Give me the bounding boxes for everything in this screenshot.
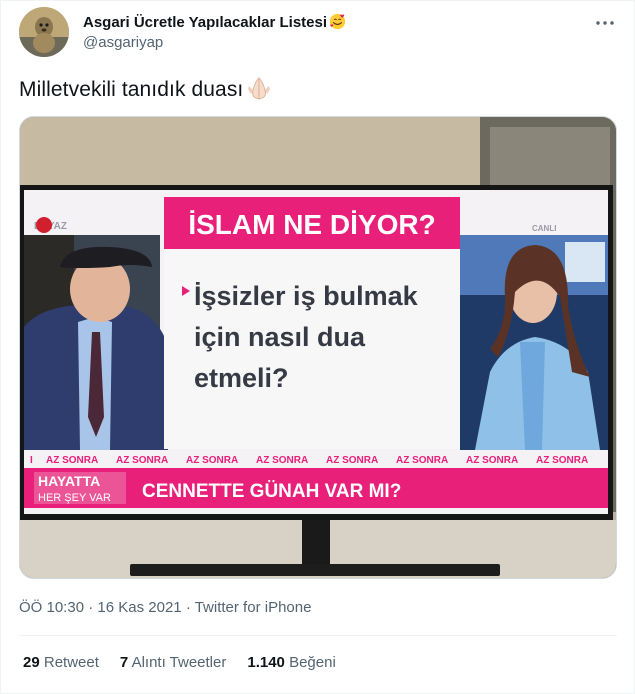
tweet-header: Asgari Ücretle Yapılacaklar Listesi @asg… — [19, 7, 619, 59]
retweets-label: Retweet — [43, 654, 99, 671]
tv-headline: İSLAM NE DİYOR? — [188, 209, 435, 240]
ticker-item-8: AZ SONRA — [536, 455, 588, 466]
avatar[interactable] — [19, 7, 69, 57]
display-name-text: Asgari Ücretle Yapılacaklar Listesi — [83, 14, 328, 31]
more-dots-icon — [596, 21, 614, 25]
likes-stat[interactable]: 1.140 Beğeni — [247, 653, 335, 673]
ticker-item-3: AZ SONRA — [186, 455, 238, 466]
quotes-label: Alıntı Tweetler — [131, 654, 227, 671]
retweets-count: 29 — [23, 654, 40, 671]
ticker-item-4: AZ SONRA — [256, 455, 308, 466]
tweet-client[interactable]: Twitter for iPhone — [195, 599, 312, 616]
author-names: Asgari Ücretle Yapılacaklar Listesi @asg… — [83, 13, 346, 53]
author-handle[interactable]: @asgariyap — [83, 33, 346, 53]
folded-hands-icon — [248, 77, 271, 100]
tv-question-line3: etmeli? — [194, 363, 289, 393]
live-label: CANLI — [532, 224, 556, 233]
avatar-image — [19, 7, 69, 57]
ticker-item-5: AZ SONRA — [326, 455, 378, 466]
author-display-name[interactable]: Asgari Ücretle Yapılacaklar Listesi — [83, 13, 346, 33]
divider — [19, 635, 617, 636]
ticker-item-6: AZ SONRA — [396, 455, 448, 466]
tweet-photo[interactable]: BEYAZ İSLAM NE DİYOR? İşsizler iş bulmak… — [19, 116, 617, 579]
meta-separator-2: · — [185, 599, 191, 616]
tv-question-line1: İşsizler iş bulmak — [194, 281, 419, 311]
tweet-time[interactable]: ÖÖ 10:30 — [19, 599, 84, 616]
program-logo-top: HAYATTA — [38, 473, 100, 489]
program-logo-bottom: HER ŞEY VAR — [38, 492, 111, 504]
tweet-card: Asgari Ücretle Yapılacaklar Listesi @asg… — [0, 0, 635, 694]
tweet-date[interactable]: 16 Kas 2021 — [97, 599, 181, 616]
tweet-text-content: Milletvekili tanıdık duası — [19, 78, 244, 101]
tv-photo-image: BEYAZ İSLAM NE DİYOR? İşsizler iş bulmak… — [20, 117, 616, 578]
likes-count: 1.140 — [247, 654, 285, 671]
ticker-item-7: AZ SONRA — [466, 455, 518, 466]
meta-separator-1: · — [88, 599, 94, 616]
tv-question-line2: için nasıl dua — [194, 322, 366, 352]
retweets-stat[interactable]: 29 Retweet — [23, 653, 99, 673]
quotes-stat[interactable]: 7 Alıntı Tweetler — [120, 653, 226, 673]
bottom-banner-text: CENNETTE GÜNAH VAR MI? — [142, 481, 401, 502]
ticker-item-2: AZ SONRA — [116, 455, 168, 466]
smiling-face-with-hearts-icon — [329, 13, 346, 30]
tweet-meta: ÖÖ 10:30 · 16 Kas 2021 · Twitter for iPh… — [19, 598, 311, 618]
ticker-item-1: AZ SONRA — [46, 455, 98, 466]
more-options-button[interactable] — [593, 11, 617, 35]
likes-label: Beğeni — [289, 654, 336, 671]
ticker-tick: I — [30, 455, 33, 466]
tweet-text: Milletvekili tanıdık duası — [19, 75, 273, 104]
tweet-stats: 29 Retweet 7 Alıntı Tweetler 1.140 Beğen… — [23, 653, 336, 673]
quotes-count: 7 — [119, 654, 129, 671]
